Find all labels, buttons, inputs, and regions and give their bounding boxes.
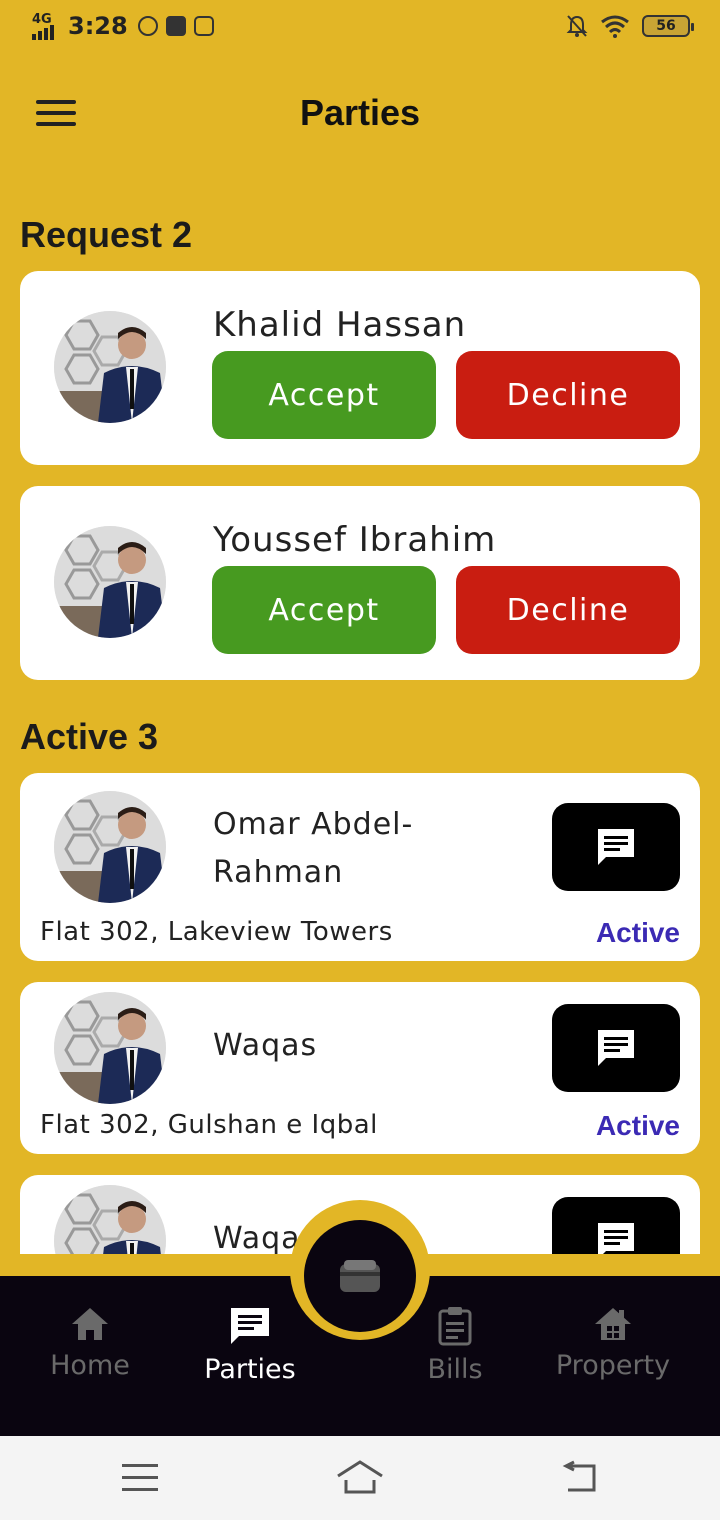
- chat-button[interactable]: [552, 803, 680, 891]
- home-icon: [72, 1308, 108, 1340]
- chat-icon: [598, 829, 634, 865]
- nav-label: Home: [50, 1350, 130, 1381]
- decline-button[interactable]: Decline: [456, 351, 680, 439]
- nav-label: Parties: [204, 1354, 296, 1385]
- wallet-icon: [340, 1260, 380, 1292]
- back-icon[interactable]: [560, 1460, 600, 1496]
- nav-parties[interactable]: Parties: [170, 1306, 330, 1385]
- request-card: Youssef Ibrahim Accept Decline: [20, 486, 700, 680]
- nav-label: Property: [555, 1350, 671, 1381]
- avatar[interactable]: [54, 526, 166, 638]
- active-party-card[interactable]: Omar Abdel- Rahman Flat 302, Lakeview To…: [20, 773, 700, 961]
- avatar[interactable]: [54, 1185, 166, 1254]
- avatar[interactable]: [54, 311, 166, 423]
- property-icon: [595, 1308, 631, 1340]
- party-address: Flat 302, Gulshan e Iqbal: [40, 1110, 378, 1140]
- nav-label: Bills: [427, 1354, 483, 1385]
- nav-home[interactable]: Home: [10, 1306, 170, 1381]
- system-nav-bar: [0, 1436, 720, 1520]
- accept-button[interactable]: Accept: [212, 566, 436, 654]
- recent-apps-icon[interactable]: [122, 1464, 158, 1492]
- active-party-card[interactable]: Waqas Flat 302, Gulshan e Iqbal Active: [20, 982, 700, 1154]
- accept-button[interactable]: Accept: [212, 351, 436, 439]
- party-name: Omar Abdel- Rahman: [213, 807, 414, 890]
- party-name: Youssef Ibrahim: [213, 520, 497, 560]
- chat-icon: [598, 1223, 634, 1254]
- avatar[interactable]: [54, 992, 166, 1104]
- chat-button[interactable]: [552, 1197, 680, 1254]
- nav-bills[interactable]: Bills: [375, 1306, 535, 1385]
- chat-icon: [231, 1308, 269, 1344]
- content-scroll-area[interactable]: Request 2 Khalid Hassan Accept Decline Y…: [0, 0, 720, 1254]
- active-section-title: Active 3: [20, 716, 159, 757]
- clipboard-icon: [438, 1307, 472, 1346]
- nav-property[interactable]: Property: [533, 1306, 693, 1381]
- decline-button[interactable]: Decline: [456, 566, 680, 654]
- party-name: Khalid Hassan: [213, 305, 467, 345]
- avatar[interactable]: [54, 791, 166, 903]
- party-name: Waqas: [213, 1028, 318, 1063]
- party-address: Flat 302, Lakeview Towers: [40, 917, 393, 947]
- chat-icon: [598, 1030, 634, 1066]
- home-system-icon[interactable]: [334, 1458, 386, 1498]
- requests-section-title: Request 2: [20, 214, 193, 255]
- request-card: Khalid Hassan Accept Decline: [20, 271, 700, 465]
- chat-button[interactable]: [552, 1004, 680, 1092]
- status-badge: Active: [595, 917, 680, 948]
- status-badge: Active: [595, 1110, 680, 1141]
